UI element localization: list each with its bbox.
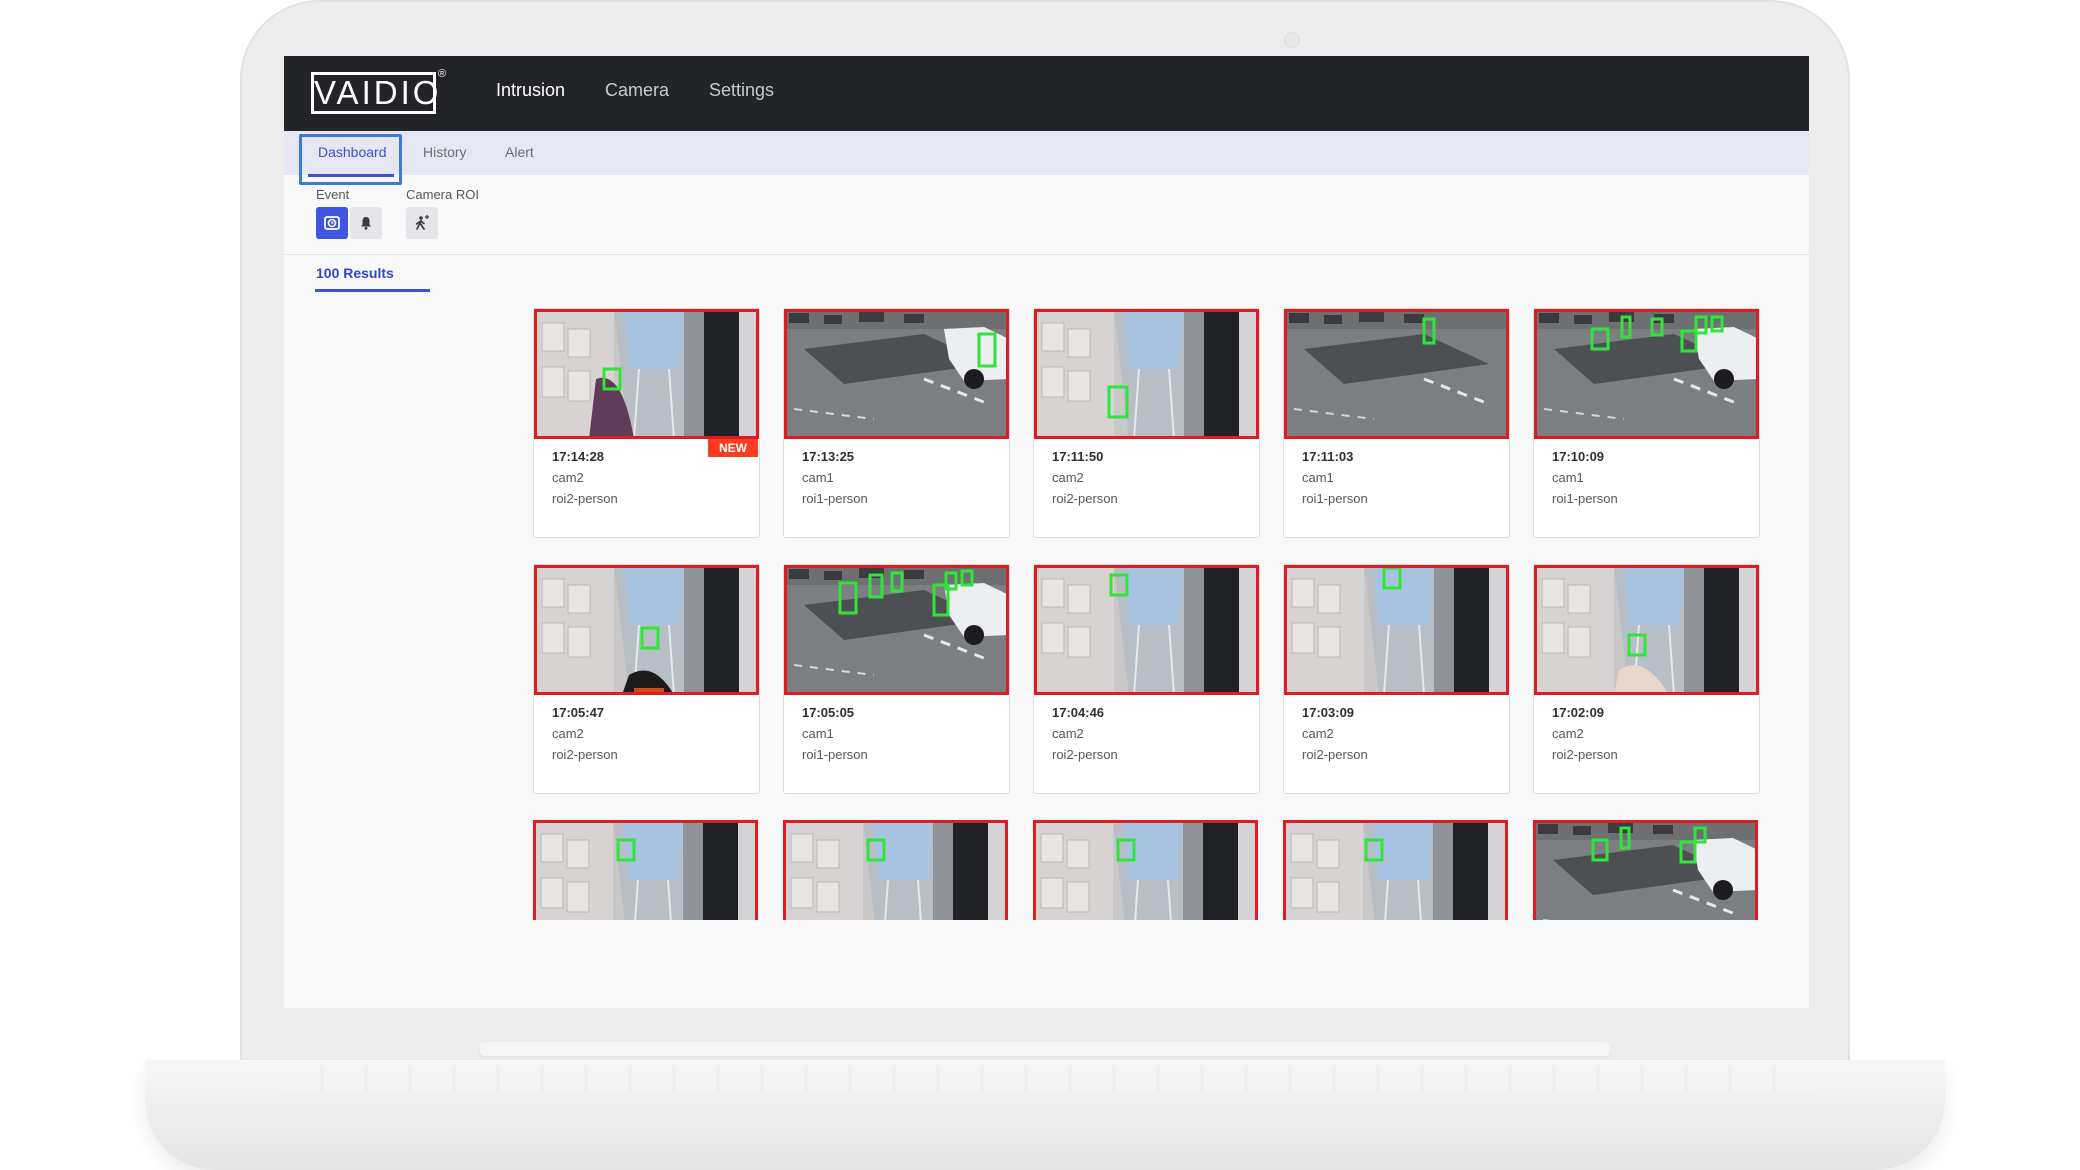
tab-alert[interactable]: Alert <box>505 144 534 160</box>
event-alert-button[interactable] <box>350 207 382 239</box>
event-type: roi2-person <box>1052 491 1118 506</box>
event-thumbnail[interactable] <box>1034 565 1259 695</box>
event-type: roi2-person <box>552 491 618 506</box>
event-card[interactable]: 17:05:47 cam2 roi2-person <box>533 564 760 794</box>
event-thumbnail[interactable] <box>533 820 758 920</box>
results-count: 100 Results <box>316 265 394 281</box>
event-time: 17:14:28 <box>552 449 605 464</box>
event-type: roi2-person <box>552 747 618 762</box>
dashboard-tab-highlight <box>299 134 402 185</box>
nav-intrusion[interactable]: Intrusion <box>496 80 565 101</box>
event-time: 17:10:09 <box>1552 449 1605 464</box>
event-card[interactable]: 17:11:50 cam2 roi2-person <box>1033 308 1260 538</box>
event-thumbnail[interactable] <box>1284 309 1509 439</box>
event-type: roi1-person <box>1552 491 1618 506</box>
results-underline <box>315 289 430 292</box>
event-time: 17:05:47 <box>552 705 605 720</box>
event-type: roi2-person <box>1052 747 1118 762</box>
event-camera: cam2 <box>1302 726 1334 741</box>
event-time: 17:11:03 <box>1302 449 1354 464</box>
vaidio-logo[interactable]: VAIDIO ® <box>308 68 446 116</box>
event-camera: cam1 <box>1552 470 1584 485</box>
event-thumbnail[interactable] <box>1034 309 1259 439</box>
registered-mark: ® <box>438 68 447 80</box>
event-type: roi1-person <box>1302 491 1368 506</box>
event-time: 17:11:50 <box>1052 449 1104 464</box>
intrusion-person-icon <box>415 215 429 230</box>
laptop-keyboard-edge <box>280 1065 1810 1093</box>
event-time: 17:05:05 <box>802 705 855 720</box>
new-badge: NEW <box>708 439 758 457</box>
event-card[interactable]: 17:05:05 cam1 roi1-person <box>783 564 1010 794</box>
dashboard-tab-underline <box>308 174 394 177</box>
toolbar-divider <box>284 254 1809 255</box>
event-camera: cam2 <box>1552 726 1584 741</box>
event-card[interactable]: 17:11:03 cam1 roi1-person <box>1283 308 1510 538</box>
event-camera: cam2 <box>1052 726 1084 741</box>
event-thumbnail[interactable] <box>1533 820 1758 920</box>
event-card[interactable]: 17:02:09 cam2 roi2-person <box>1533 564 1760 794</box>
camera-clock-icon <box>324 216 340 230</box>
tab-history[interactable]: History <box>423 144 467 160</box>
app-screen: VAIDIO ® Intrusion Camera Settings Dashb… <box>284 56 1809 1008</box>
event-time: 17:13:25 <box>802 449 855 464</box>
event-time: 17:03:09 <box>1302 705 1355 720</box>
sub-navigation: Dashboard History Alert <box>284 131 1809 175</box>
event-thumbnail[interactable] <box>1534 565 1759 695</box>
event-camera: cam1 <box>802 726 834 741</box>
event-camera: cam2 <box>1052 470 1084 485</box>
event-card[interactable] <box>1283 820 1510 956</box>
event-thumbnail[interactable] <box>534 309 759 439</box>
event-camera: cam2 <box>552 726 584 741</box>
event-camera: cam2 <box>552 470 584 485</box>
nav-settings[interactable]: Settings <box>709 80 774 101</box>
event-card[interactable]: 17:03:09 cam2 roi2-person <box>1283 564 1510 794</box>
event-thumbnail[interactable] <box>1033 820 1258 920</box>
camera-roi-button[interactable] <box>406 207 438 239</box>
event-thumbnail[interactable] <box>783 820 1008 920</box>
event-thumbnail[interactable] <box>1283 820 1508 920</box>
event-card[interactable] <box>1033 820 1260 956</box>
event-type: roi1-person <box>802 747 868 762</box>
event-thumbnail[interactable] <box>1534 309 1759 439</box>
nav-camera[interactable]: Camera <box>605 80 669 101</box>
event-card[interactable] <box>533 820 760 956</box>
event-camera: cam1 <box>1302 470 1334 485</box>
event-thumbnail[interactable] <box>534 565 759 695</box>
camera-roi-label: Camera ROI <box>406 187 479 202</box>
event-card[interactable] <box>1533 820 1760 956</box>
event-thumbnail[interactable] <box>784 565 1009 695</box>
event-card[interactable] <box>783 820 1010 956</box>
laptop-hinge <box>480 1042 1610 1056</box>
event-filter-label: Event <box>316 187 350 202</box>
webcam-dot <box>1284 32 1300 48</box>
event-type: roi2-person <box>1302 747 1368 762</box>
event-thumbnail[interactable] <box>1284 565 1509 695</box>
top-navigation-bar: VAIDIO ® Intrusion Camera Settings <box>284 56 1809 131</box>
event-card[interactable]: NEW 17:14:28 cam2 roi2-person <box>533 308 760 538</box>
event-card[interactable]: 17:04:46 cam2 roi2-person <box>1033 564 1260 794</box>
event-camera-view-button[interactable] <box>316 207 348 239</box>
bell-icon <box>361 217 371 230</box>
event-time: 17:04:46 <box>1052 705 1105 720</box>
event-thumbnail[interactable] <box>784 309 1009 439</box>
event-camera: cam1 <box>802 470 834 485</box>
event-card[interactable]: 17:13:25 cam1 roi1-person <box>783 308 1010 538</box>
logo-text: VAIDIO <box>311 72 438 114</box>
event-type: roi2-person <box>1552 747 1618 762</box>
event-type: roi1-person <box>802 491 868 506</box>
event-time: 17:02:09 <box>1552 705 1605 720</box>
event-card[interactable]: 17:10:09 cam1 roi1-person <box>1533 308 1760 538</box>
